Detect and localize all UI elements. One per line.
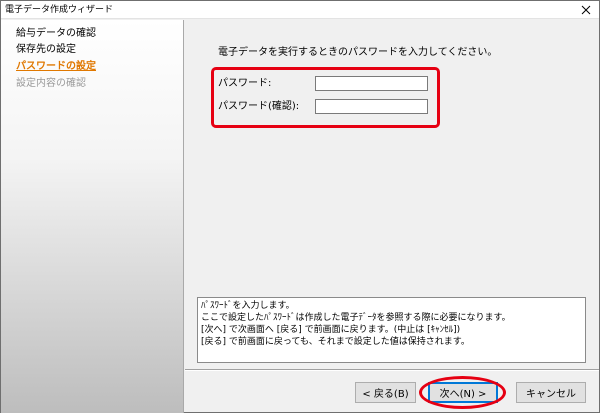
back-button[interactable]: < 戻る(B)	[355, 382, 416, 403]
next-button-highlight	[419, 376, 506, 409]
help-line: [次へ] で次画面へ [戻る] で前画面に戻ります。(中止は [ｷｬﾝｾﾙ])	[201, 325, 461, 335]
close-icon	[581, 5, 591, 14]
cancel-button[interactable]: キャンセル	[516, 382, 586, 403]
step-password: パスワードの設定	[16, 61, 96, 72]
step-save-location: 保存先の設定	[16, 44, 76, 55]
close-button[interactable]	[573, 1, 599, 18]
button-separator	[185, 369, 599, 371]
window-title: 電子データ作成ウィザード	[5, 5, 114, 15]
wizard-window: 電子データ作成ウィザード 給与データの確認 保存先の設定 パスワードの設定 設定…	[0, 0, 600, 413]
help-line: ここで設定したﾊﾟｽﾜｰﾄﾞは作成した電子ﾃﾞｰﾀを参照する際に必要になります。	[201, 313, 511, 323]
steps-sidebar: 給与データの確認 保存先の設定 パスワードの設定 設定内容の確認	[1, 20, 184, 413]
help-line: [戻る] で前画面に戻っても、それまで設定した値は保持されます。	[201, 337, 470, 347]
step-salary-data: 給与データの確認	[16, 28, 96, 39]
password-fields-highlight	[211, 67, 440, 128]
help-line: ﾊﾟｽﾜｰﾄﾞを入力します。	[201, 301, 295, 311]
help-text-box: ﾊﾟｽﾜｰﾄﾞを入力します。 ここで設定したﾊﾟｽﾜｰﾄﾞは作成した電子ﾃﾞｰﾀ…	[197, 297, 586, 363]
step-confirm-settings: 設定内容の確認	[16, 78, 86, 89]
instruction-text: 電子データを実行するときのパスワードを入力してください。	[218, 47, 498, 58]
title-bar: 電子データ作成ウィザード	[1, 1, 599, 19]
